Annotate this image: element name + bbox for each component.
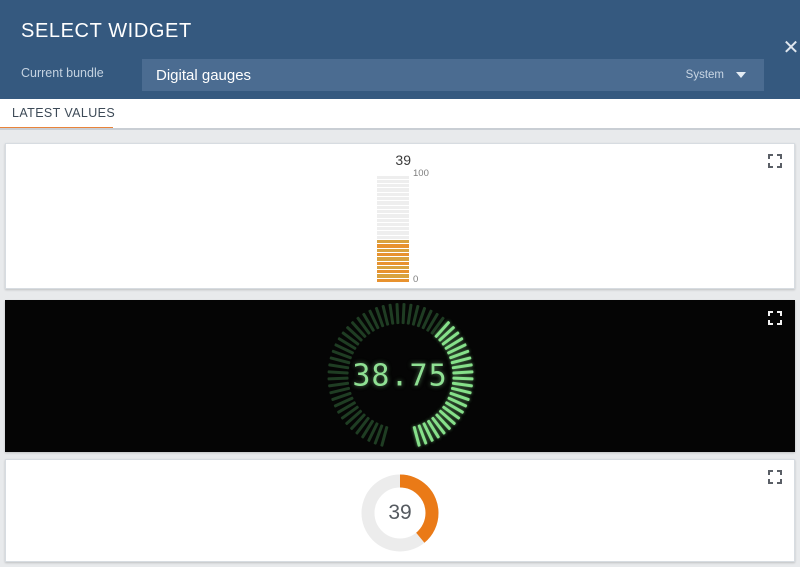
vertical-gauge-segment [377, 244, 409, 248]
page-title: SELECT WIDGET [21, 20, 192, 42]
vertical-gauge-segment [377, 231, 409, 235]
lcd-gauge-tick [406, 303, 413, 325]
vertical-gauge-segment [377, 209, 409, 214]
bundle-select[interactable]: Digital gauges System [142, 59, 764, 91]
vertical-gauge-segment [377, 197, 409, 201]
bundle-select-meta: System [686, 69, 746, 81]
fullscreen-icon[interactable] [768, 154, 782, 168]
vertical-gauge-segment [377, 274, 409, 278]
vertical-gauge-segment [377, 175, 409, 179]
vertical-gauge-segment [377, 235, 409, 240]
lcd-gauge-tick [326, 376, 349, 381]
fullscreen-icon[interactable] [768, 311, 782, 325]
chevron-down-icon [736, 72, 746, 78]
vertical-gauge-segment [377, 188, 409, 192]
vertical-gauge-segment [377, 192, 409, 197]
lcd-gauge-value: 38.75 [352, 358, 448, 394]
vertical-gauge-max-label: 100 [413, 168, 429, 179]
lcd-gauge-tick [451, 363, 473, 370]
vertical-bar-gauge: 39 100 0 [355, 152, 445, 286]
lcd-gauge-tick [387, 303, 394, 325]
vertical-gauge-segment [377, 201, 409, 205]
widget-selector-dialog: SELECT WIDGET ✕ Current bundle Digital g… [0, 0, 800, 567]
lcd-gauge-tick [401, 303, 406, 325]
vertical-gauge-track [377, 172, 409, 282]
donut-gauge: 39 [357, 470, 443, 556]
tab-bar-divider [0, 128, 800, 130]
widget-card-digital-lcd-gauge[interactable]: 38.75 [5, 300, 795, 452]
vertical-gauge-segment [377, 214, 409, 218]
vertical-gauge-segment [377, 179, 409, 184]
digital-lcd-gauge: 38.75 [325, 301, 475, 451]
lcd-gauge-tick [451, 376, 474, 381]
dialog-header: SELECT WIDGET ✕ Current bundle Digital g… [0, 0, 800, 99]
bundle-row: Current bundle Digital gauges System [0, 59, 800, 92]
vertical-gauge-segment [377, 205, 409, 209]
vertical-gauge-segment [377, 227, 409, 231]
vertical-gauge-segment [377, 240, 409, 244]
lcd-gauge-tick [327, 363, 349, 370]
widget-card-donut-gauge[interactable]: 39 [5, 459, 795, 562]
bundle-selected-value: Digital gauges [156, 66, 252, 84]
vertical-gauge-value: 39 [395, 152, 411, 168]
vertical-gauge-min-label: 0 [413, 274, 419, 285]
bundle-scope-label: System [685, 69, 724, 81]
tab-latest-values[interactable]: LATEST VALUES [12, 106, 115, 120]
vertical-gauge-segment [377, 265, 409, 270]
close-icon[interactable]: ✕ [780, 38, 800, 60]
tab-bar: LATEST VALUES [0, 99, 800, 130]
lcd-gauge-tick [394, 303, 399, 325]
vertical-gauge-segment [377, 278, 409, 282]
donut-gauge-value: 39 [388, 501, 412, 524]
vertical-gauge-segment [377, 184, 409, 188]
lcd-gauge-tick [327, 370, 349, 375]
vertical-gauge-segment [377, 261, 409, 265]
vertical-gauge-segment [377, 257, 409, 261]
widget-card-vertical-bar-gauge[interactable]: 39 100 0 [5, 143, 795, 289]
vertical-gauge-segment [377, 222, 409, 227]
lcd-gauge-tick [451, 370, 473, 375]
vertical-gauge-segment [377, 248, 409, 252]
vertical-gauge-segment [377, 252, 409, 257]
bundle-label: Current bundle [21, 66, 104, 80]
vertical-gauge-segment [377, 218, 409, 222]
vertical-gauge-segment [377, 270, 409, 274]
fullscreen-icon[interactable] [768, 470, 782, 484]
